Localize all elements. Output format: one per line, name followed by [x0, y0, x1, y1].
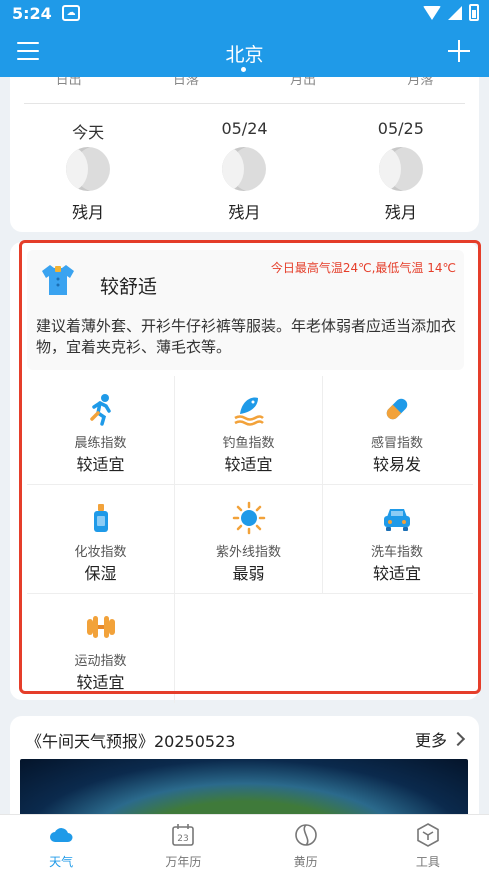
tools-icon [417, 823, 439, 847]
index-fishing[interactable]: 钓鱼指数 较适宜 [175, 376, 323, 484]
chevron-right-icon [450, 731, 466, 747]
calendar-icon: 23 [172, 824, 195, 846]
index-value: 较适宜 [76, 673, 125, 692]
fish-icon [233, 397, 264, 426]
status-icons [423, 4, 479, 21]
divider [24, 103, 465, 104]
moonset-label: 月落 [407, 77, 434, 88]
bottom-navigation: 天气 23 万年历 黄历 工具 [0, 814, 489, 869]
moonrise-label: 月出 [290, 77, 317, 88]
nav-label: 天气 [49, 855, 74, 869]
news-title[interactable]: 《午间天气预报》20250523 [26, 728, 235, 752]
dressing-level: 较舒适 [100, 276, 158, 298]
sunrise-label: 日出 [55, 77, 82, 88]
moon-day-3: 05/25 残月 [323, 119, 479, 223]
signal-icon [448, 5, 462, 20]
moon-phase-label: 残月 [384, 203, 417, 222]
index-value: 较适宜 [76, 455, 125, 474]
index-makeup[interactable]: 化妆指数 保湿 [27, 485, 175, 593]
almanac-icon [294, 824, 317, 846]
index-name: 运动指数 [74, 654, 127, 669]
wifi-icon [423, 5, 441, 20]
pill-icon [386, 398, 408, 420]
moon-icon [222, 147, 267, 191]
cosmetics-icon [93, 504, 108, 532]
moon-phase-card: 日出 日落 月出 月落 今天 残月 05/24 残月 05/25 残月 [10, 77, 479, 232]
city-title[interactable]: 北京 [0, 40, 489, 67]
dressing-description: 建议着薄外套、开衫牛仔衫裤等服装。年老体弱者应适当添加衣物，宜着夹克衫、薄毛衣等… [36, 317, 457, 356]
index-value: 较适宜 [224, 455, 273, 474]
moon-day-today: 今天 残月 [10, 119, 166, 223]
index-row: 晨练指数 较适宜 钓鱼指数 较适宜 感冒指数 较易发 [27, 376, 473, 485]
dumbbell-icon [86, 616, 115, 638]
page-indicator-dot [241, 67, 246, 72]
top-bar: 5:24 ☁ 北京 [0, 0, 489, 77]
forecast-video-card[interactable]: 《午间天气预报》20250523 更多 [10, 716, 479, 826]
shirt-icon [42, 265, 74, 295]
index-row: 化妆指数 保湿 紫外线指数 最弱 洗车指数 较适宜 [27, 485, 473, 594]
moon-phase-row: 今天 残月 05/24 残月 05/25 残月 [10, 119, 479, 223]
index-name: 感冒指数 [370, 436, 423, 451]
moon-date: 今天 [72, 123, 105, 142]
add-city-icon[interactable] [448, 40, 470, 62]
nav-label: 万年历 [165, 855, 202, 869]
index-name: 晨练指数 [74, 436, 127, 451]
running-icon [89, 394, 111, 426]
svg-text:23: 23 [178, 834, 189, 844]
temperature-note: 今日最高气温24℃,最低气温 14℃ [270, 261, 456, 275]
index-name: 钓鱼指数 [222, 436, 275, 451]
index-morning-exercise[interactable]: 晨练指数 较适宜 [27, 376, 175, 484]
dressing-index-panel[interactable]: 较舒适 今日最高气温24℃,最低气温 14℃ 建议着薄外套、开衫牛仔衫裤等服装。… [27, 250, 464, 370]
sun-moon-labels-row: 日出 日落 月出 月落 [10, 77, 479, 88]
moon-date: 05/25 [377, 119, 424, 138]
nav-label: 黄历 [293, 855, 318, 869]
notification-icon: ☁ [62, 5, 80, 21]
index-sport[interactable]: 运动指数 较适宜 [27, 594, 175, 703]
nav-tab-calendar[interactable]: 23 万年历 [122, 815, 244, 869]
moon-icon [66, 147, 111, 191]
index-uv[interactable]: 紫外线指数 最弱 [175, 485, 323, 593]
index-grid: 晨练指数 较适宜 钓鱼指数 较适宜 感冒指数 较易发 化妆指数 保湿 紫外线指数… [27, 376, 473, 703]
empty-cell [323, 594, 471, 703]
cloud-icon [50, 828, 73, 842]
status-time: 5:24 [12, 4, 52, 23]
empty-cell [175, 594, 323, 703]
moon-date: 05/24 [221, 119, 268, 138]
moon-day-2: 05/24 残月 [166, 119, 322, 223]
status-bar: 5:24 ☁ [0, 0, 489, 28]
index-value: 较易发 [372, 455, 421, 474]
sunset-label: 日落 [172, 77, 199, 88]
index-value: 最弱 [232, 564, 265, 583]
index-value: 保湿 [84, 564, 117, 583]
index-cold[interactable]: 感冒指数 较易发 [323, 376, 471, 484]
index-name: 紫外线指数 [215, 545, 281, 560]
car-icon [384, 509, 410, 531]
sun-icon [232, 501, 265, 535]
index-car-wash[interactable]: 洗车指数 较适宜 [323, 485, 471, 593]
more-label: 更多 [414, 731, 447, 750]
moon-phase-label: 残月 [72, 203, 105, 222]
nav-tab-tools[interactable]: 工具 [367, 815, 489, 869]
nav-tab-weather[interactable]: 天气 [0, 815, 122, 869]
index-value: 较适宜 [372, 564, 421, 583]
more-link[interactable]: 更多 [414, 727, 466, 751]
index-row: 运动指数 较适宜 [27, 594, 473, 703]
nav-tab-almanac[interactable]: 黄历 [245, 815, 367, 869]
moon-phase-label: 残月 [228, 203, 261, 222]
battery-icon [469, 4, 479, 21]
index-name: 化妆指数 [74, 545, 127, 560]
index-name: 洗车指数 [370, 545, 423, 560]
moon-icon [378, 147, 423, 191]
nav-label: 工具 [415, 855, 440, 869]
